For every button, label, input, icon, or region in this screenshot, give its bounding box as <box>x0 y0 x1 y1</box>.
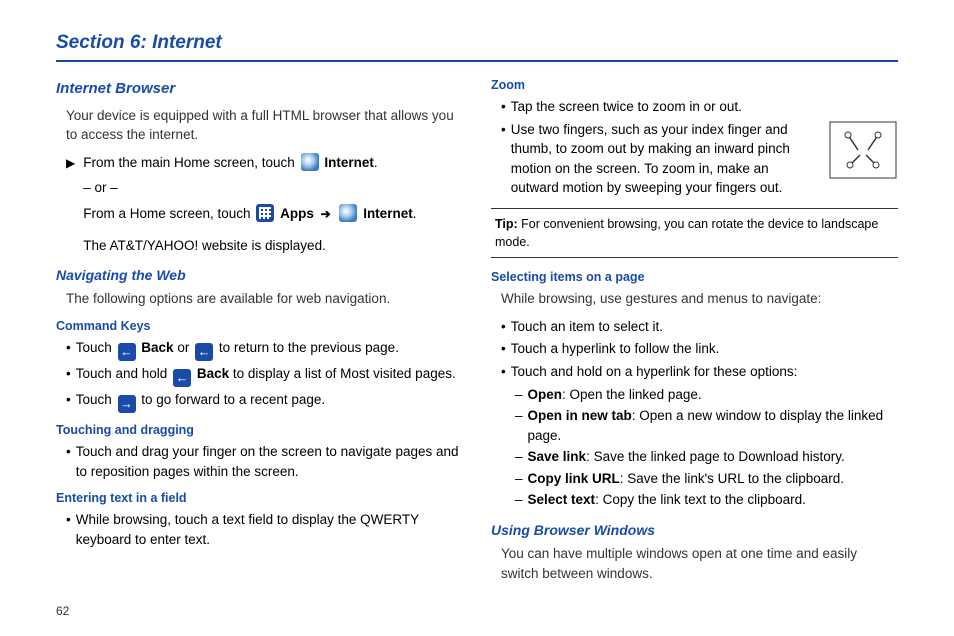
sel-intro: While browsing, use gestures and menus t… <box>501 289 898 309</box>
left-column: Internet Browser Your device is equipped… <box>56 76 463 591</box>
bullet-item: • Use two fingers, such as your index fi… <box>501 120 898 198</box>
sub-text: Copy link URL: Save the link's URL to th… <box>528 469 844 489</box>
apps-grid-icon <box>256 204 274 222</box>
globe-icon <box>301 153 319 171</box>
tip-text: For convenient browsing, you can rotate … <box>495 217 878 249</box>
arrow-right-icon: ➔ <box>321 207 331 221</box>
heading-browser-windows: Using Browser Windows <box>491 520 898 540</box>
bullet-text: Touch → to go forward to a recent page. <box>76 390 463 413</box>
forward-arrow-icon: → <box>118 395 136 413</box>
result-text: The AT&T/YAHOO! website is displayed. <box>83 236 463 256</box>
bullet-item: •While browsing, touch a text field to d… <box>66 510 463 549</box>
heading-touching: Touching and dragging <box>56 421 463 439</box>
dash-icon: – <box>515 469 523 489</box>
step-body: From the main Home screen, touch Interne… <box>83 153 463 255</box>
sub-item: –Copy link URL: Save the link's URL to t… <box>515 469 898 489</box>
bullet-item: •Tap the screen twice to zoom in or out. <box>501 97 898 117</box>
bullet-text: While browsing, touch a text field to di… <box>76 510 463 549</box>
bullet-item: •Touch ← Back or ← to return to the prev… <box>66 338 463 361</box>
intro-text: Your device is equipped with a full HTML… <box>66 106 463 145</box>
back-arrow-icon: ← <box>195 343 213 361</box>
period: . <box>374 155 378 170</box>
sub-item: –Save link: Save the linked page to Down… <box>515 447 898 467</box>
apps-label: Apps <box>280 206 314 221</box>
bullet-item: •Touch an item to select it. <box>501 317 898 337</box>
right-column: Zoom •Tap the screen twice to zoom in or… <box>491 76 898 591</box>
bullet-item: •Touch and drag your finger on the scree… <box>66 442 463 481</box>
sub-text: Open in new tab: Open a new window to di… <box>528 406 898 445</box>
heading-selecting: Selecting items on a page <box>491 268 898 286</box>
heading-entering-text: Entering text in a field <box>56 489 463 507</box>
section-title: Section 6: Internet <box>56 32 898 62</box>
sub-item: –Select text: Copy the link text to the … <box>515 490 898 510</box>
manual-page: Section 6: Internet Internet Browser You… <box>0 0 954 636</box>
bullet-item: •Touch → to go forward to a recent page. <box>66 390 463 413</box>
internet-label: Internet <box>324 155 374 170</box>
triangle-bullet-icon: ▶ <box>66 155 75 172</box>
globe-icon <box>339 204 357 222</box>
bullet-text: Touch ← Back or ← to return to the previ… <box>76 338 463 361</box>
dash-icon: – <box>515 490 523 510</box>
sub-text: Save link: Save the linked page to Downl… <box>528 447 845 467</box>
heading-internet-browser: Internet Browser <box>56 78 463 100</box>
internet-label: Internet <box>363 206 413 221</box>
tip-box: Tip: For convenient browsing, you can ro… <box>491 208 898 258</box>
bullet-item: •Touch and hold on a hyperlink for these… <box>501 362 898 382</box>
sub-text: Select text: Copy the link text to the c… <box>528 490 806 510</box>
page-number: 62 <box>56 604 69 618</box>
bullet-dot-icon: • <box>66 390 71 410</box>
sub-item: –Open in new tab: Open a new window to d… <box>515 406 898 445</box>
bullet-dot-icon: • <box>66 442 71 462</box>
bullet-dot-icon: • <box>501 120 506 140</box>
step-text: From the main Home screen, touch <box>83 155 298 170</box>
period: . <box>413 206 417 221</box>
sub-text: Open: Open the linked page. <box>528 385 702 405</box>
dash-icon: – <box>515 447 523 467</box>
bullet-text: Use two fingers, such as your index fing… <box>511 120 898 198</box>
bullet-item: •Touch a hyperlink to follow the link. <box>501 339 898 359</box>
sub-item: –Open: Open the linked page. <box>515 385 898 405</box>
dash-icon: – <box>515 385 523 405</box>
bullet-dot-icon: • <box>501 97 506 117</box>
or-divider: – or – <box>83 178 463 198</box>
back-arrow-icon: ← <box>173 369 191 387</box>
bullet-text: Tap the screen twice to zoom in or out. <box>511 97 898 117</box>
step-item: ▶ From the main Home screen, touch Inter… <box>56 153 463 255</box>
windows-intro: You can have multiple windows open at on… <box>501 544 898 583</box>
two-column-layout: Internet Browser Your device is equipped… <box>56 76 898 591</box>
bullet-item: •Touch and hold ← Back to display a list… <box>66 364 463 387</box>
bullet-text: Touch and hold on a hyperlink for these … <box>511 362 898 382</box>
heading-zoom: Zoom <box>491 76 898 94</box>
bullet-dot-icon: • <box>501 362 506 382</box>
bullet-dot-icon: • <box>501 317 506 337</box>
step-text: From a Home screen, touch <box>83 206 254 221</box>
heading-navigating: Navigating the Web <box>56 265 463 285</box>
bullet-text: Touch a hyperlink to follow the link. <box>511 339 898 359</box>
bullet-dot-icon: • <box>66 364 71 384</box>
bullet-text: Touch and drag your finger on the screen… <box>76 442 463 481</box>
dash-icon: – <box>515 406 523 445</box>
bullet-dot-icon: • <box>66 510 71 530</box>
heading-command-keys: Command Keys <box>56 317 463 335</box>
back-arrow-icon: ← <box>118 343 136 361</box>
bullet-text: Touch an item to select it. <box>511 317 898 337</box>
pinch-gesture-icon <box>828 120 898 180</box>
tip-label: Tip: <box>495 217 518 231</box>
bullet-text: Touch and hold ← Back to display a list … <box>76 364 463 387</box>
bullet-dot-icon: • <box>66 338 71 358</box>
nav-intro: The following options are available for … <box>66 289 463 309</box>
bullet-dot-icon: • <box>501 339 506 359</box>
